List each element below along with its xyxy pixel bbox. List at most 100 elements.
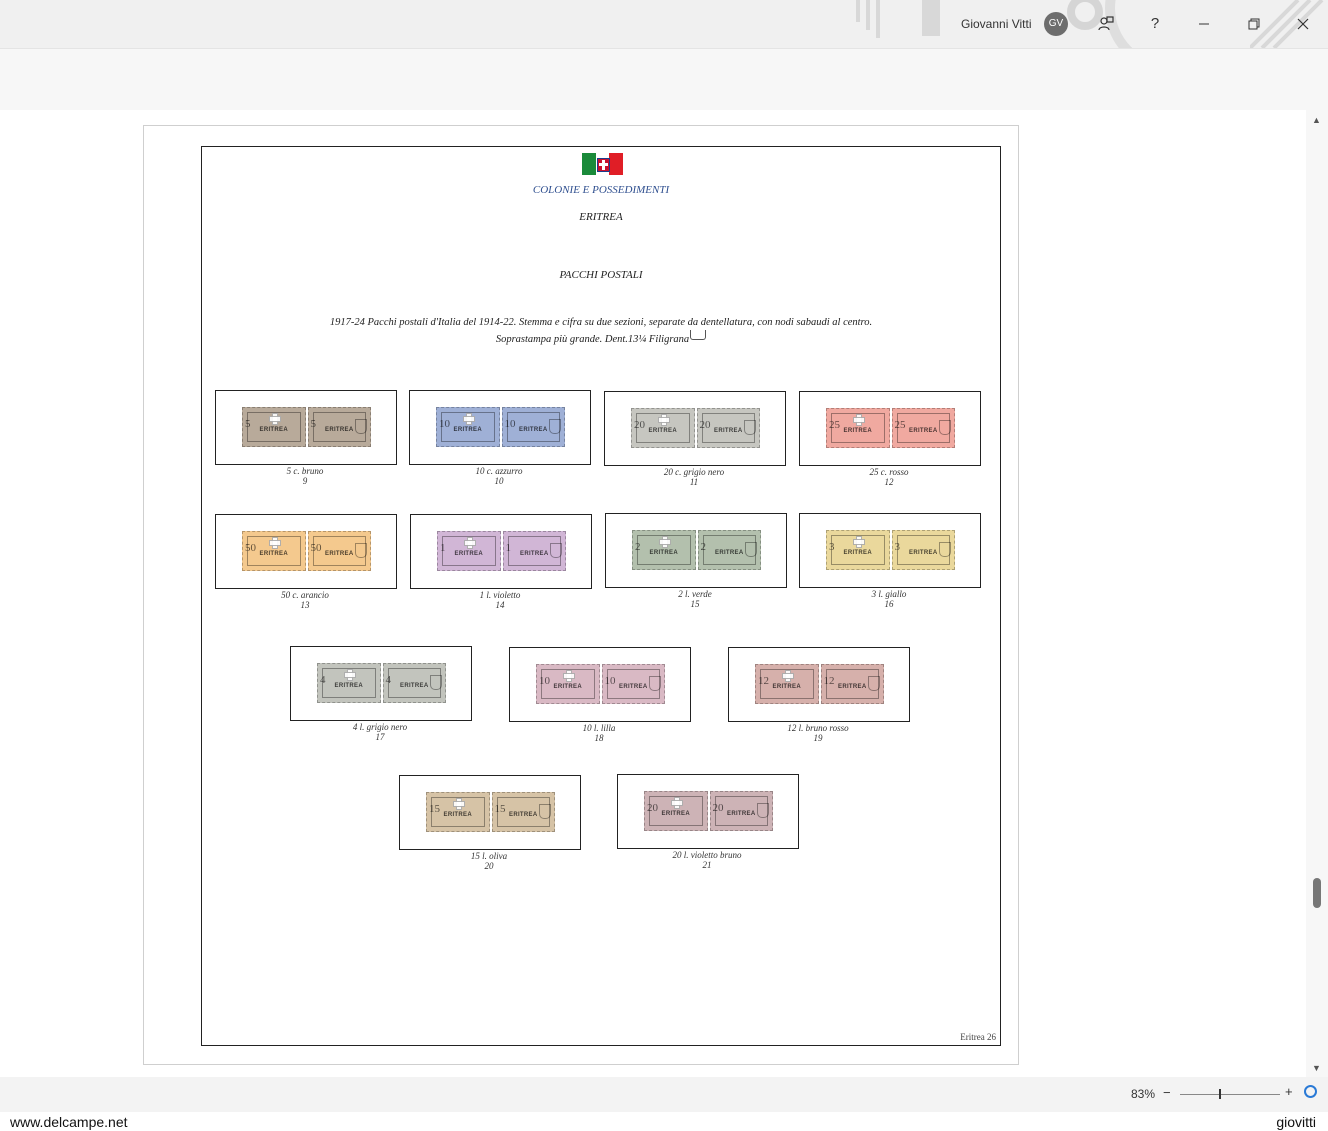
- zoom-in-button[interactable]: +: [1285, 1084, 1293, 1099]
- savoy-cross-icon: [463, 413, 475, 425]
- stamp-description: 10 l. lilla: [582, 723, 616, 733]
- stamp-pair-image: 10 ERITREA 10 ERITREA: [436, 407, 565, 447]
- stamp-caption: 15 l. oliva 20: [399, 851, 579, 871]
- restore-button[interactable]: [1240, 11, 1268, 37]
- stamp-description: 20 l. violetto bruno: [672, 850, 742, 860]
- overprint-text: ERITREA: [325, 427, 354, 433]
- stamp-pair-image: 50 ERITREA 50 ERITREA: [242, 531, 371, 571]
- stamp-caption: 4 l. grigio nero 17: [290, 722, 470, 742]
- italian-flag-icon: [582, 153, 624, 175]
- overprint-text: ERITREA: [553, 684, 582, 690]
- overprint-text: ERITREA: [519, 427, 548, 433]
- stamp-catalog-number: 20: [484, 861, 494, 871]
- document-area[interactable]: COLONIE E POSSEDIMENTI ERITREA PACCHI PO…: [0, 110, 1306, 1077]
- overprint-text: ERITREA: [454, 551, 483, 557]
- stamp-catalog-number: 19: [813, 733, 823, 743]
- zoom-out-button[interactable]: −: [1163, 1085, 1171, 1100]
- savoy-cross-icon: [853, 536, 865, 548]
- album-page: COLONIE E POSSEDIMENTI ERITREA PACCHI PO…: [143, 125, 1019, 1065]
- stamp-caption: 1 l. violetto 14: [410, 590, 590, 610]
- overprint-text: ERITREA: [909, 550, 938, 556]
- savoy-cross-icon: [464, 537, 476, 549]
- stamp-description: 15 l. oliva: [470, 851, 508, 861]
- stamp-catalog-number: 11: [689, 477, 699, 487]
- savoy-cross-icon: [269, 537, 281, 549]
- vertical-scrollbar[interactable]: ▲ ▼: [1306, 110, 1328, 1077]
- stamp-right-section: 10 ERITREA: [501, 407, 565, 447]
- stamp-pair-image: 5 ERITREA 5 ERITREA: [242, 407, 371, 447]
- overprint-text: ERITREA: [843, 550, 872, 556]
- stamp-left-section: 2 ERITREA: [632, 530, 696, 570]
- feedback-icon: [1098, 16, 1114, 31]
- savoy-cross-icon: [659, 536, 671, 548]
- avatar[interactable]: GV: [1044, 12, 1068, 36]
- stamp-left-section: 10 ERITREA: [436, 407, 500, 447]
- overprint-text: ERITREA: [259, 427, 288, 433]
- stamp-left-section: 50 ERITREA: [242, 531, 306, 571]
- minimize-button[interactable]: [1190, 11, 1218, 37]
- title-bar: Giovanni Vitti GV ?: [0, 0, 1328, 49]
- stamp-box[interactable]: 1 ERITREA 1 ERITREA: [410, 514, 592, 589]
- stamp-description: 5 c. bruno: [286, 466, 324, 476]
- savoy-cross-icon: [563, 670, 575, 682]
- stamp-pair-image: 20 ERITREA 20 ERITREA: [631, 408, 760, 448]
- overprint-text: ERITREA: [520, 551, 549, 557]
- stamp-caption: 10 l. lilla 18: [509, 723, 689, 743]
- stamp-catalog-number: 14: [495, 600, 505, 610]
- stamp-box[interactable]: 4 ERITREA 4 ERITREA: [290, 646, 472, 721]
- feedback-button[interactable]: [1092, 11, 1120, 37]
- help-button[interactable]: ?: [1141, 11, 1169, 37]
- stamp-caption: 12 l. bruno rosso 19: [728, 723, 908, 743]
- stamp-pair-image: 2 ERITREA 2 ERITREA: [632, 530, 761, 570]
- scroll-up-icon[interactable]: ▲: [1312, 115, 1321, 125]
- zoom-slider-handle[interactable]: [1219, 1089, 1221, 1099]
- series-description: 1917-24 Pacchi postali d'Italia del 1914…: [329, 317, 873, 328]
- stamp-box[interactable]: 15 ERITREA 15 ERITREA: [399, 775, 581, 850]
- overprint-text: ERITREA: [714, 428, 743, 434]
- zoom-level[interactable]: 83%: [1131, 1087, 1155, 1101]
- stamp-description: 10 c. azzurro: [475, 466, 523, 476]
- restore-icon: [1248, 18, 1260, 30]
- stamp-caption: 20 c. grigio nero 11: [604, 467, 784, 487]
- overprint-text: ERITREA: [509, 812, 538, 818]
- stamp-catalog-number: 21: [702, 860, 712, 870]
- stamp-pair-image: 1 ERITREA 1 ERITREA: [437, 531, 566, 571]
- stamp-right-section: 20 ERITREA: [709, 791, 773, 831]
- stamp-left-section: 20 ERITREA: [644, 791, 708, 831]
- stamp-box[interactable]: 20 ERITREA 20 ERITREA: [604, 391, 786, 466]
- overprint-text: ERITREA: [838, 684, 867, 690]
- overprint-text: ERITREA: [715, 550, 744, 556]
- stamp-box[interactable]: 2 ERITREA 2 ERITREA: [605, 513, 787, 588]
- close-icon: [1297, 18, 1309, 30]
- stamp-description: 20 c. grigio nero: [663, 467, 725, 477]
- overprint-text: ERITREA: [259, 551, 288, 557]
- stamp-right-section: 4 ERITREA: [382, 663, 446, 703]
- stamp-pair-image: 10 ERITREA 10 ERITREA: [536, 664, 665, 704]
- overprint-text: ERITREA: [648, 428, 677, 434]
- stamp-box[interactable]: 3 ERITREA 3 ERITREA: [799, 513, 981, 588]
- watermark-crown-icon: [690, 330, 707, 340]
- stamp-description: 12 l. bruno rosso: [787, 723, 849, 733]
- fit-page-icon[interactable]: [1304, 1085, 1317, 1098]
- stamp-caption: 2 l. verde 15: [605, 589, 785, 609]
- stamp-pair-image: 3 ERITREA 3 ERITREA: [826, 530, 955, 570]
- stamp-box[interactable]: 12 ERITREA 12 ERITREA: [728, 647, 910, 722]
- stamp-caption: 10 c. azzurro 10: [409, 466, 589, 486]
- watermark-bar: www.delcampe.net giovitti: [0, 1112, 1328, 1131]
- stamp-box[interactable]: 5 ERITREA 5 ERITREA: [215, 390, 397, 465]
- user-name[interactable]: Giovanni Vitti: [961, 17, 1031, 31]
- stamp-box[interactable]: 25 ERITREA 25 ERITREA: [799, 391, 981, 466]
- scrollbar-thumb[interactable]: [1313, 878, 1321, 908]
- stamp-box[interactable]: 10 ERITREA 10 ERITREA: [409, 390, 591, 465]
- stamp-box[interactable]: 10 ERITREA 10 ERITREA: [509, 647, 691, 722]
- stamp-right-section: 12 ERITREA: [820, 664, 884, 704]
- stamp-pair-image: 25 ERITREA 25 ERITREA: [826, 408, 955, 448]
- zoom-slider[interactable]: [1180, 1094, 1280, 1095]
- scroll-down-icon[interactable]: ▼: [1312, 1063, 1321, 1073]
- minimize-icon: [1199, 23, 1209, 25]
- stamp-caption: 20 l. violetto bruno 21: [617, 850, 797, 870]
- stamp-box[interactable]: 50 ERITREA 50 ERITREA: [215, 514, 397, 589]
- overprint-text: ERITREA: [325, 551, 354, 557]
- close-button[interactable]: [1289, 11, 1317, 37]
- stamp-box[interactable]: 20 ERITREA 20 ERITREA: [617, 774, 799, 849]
